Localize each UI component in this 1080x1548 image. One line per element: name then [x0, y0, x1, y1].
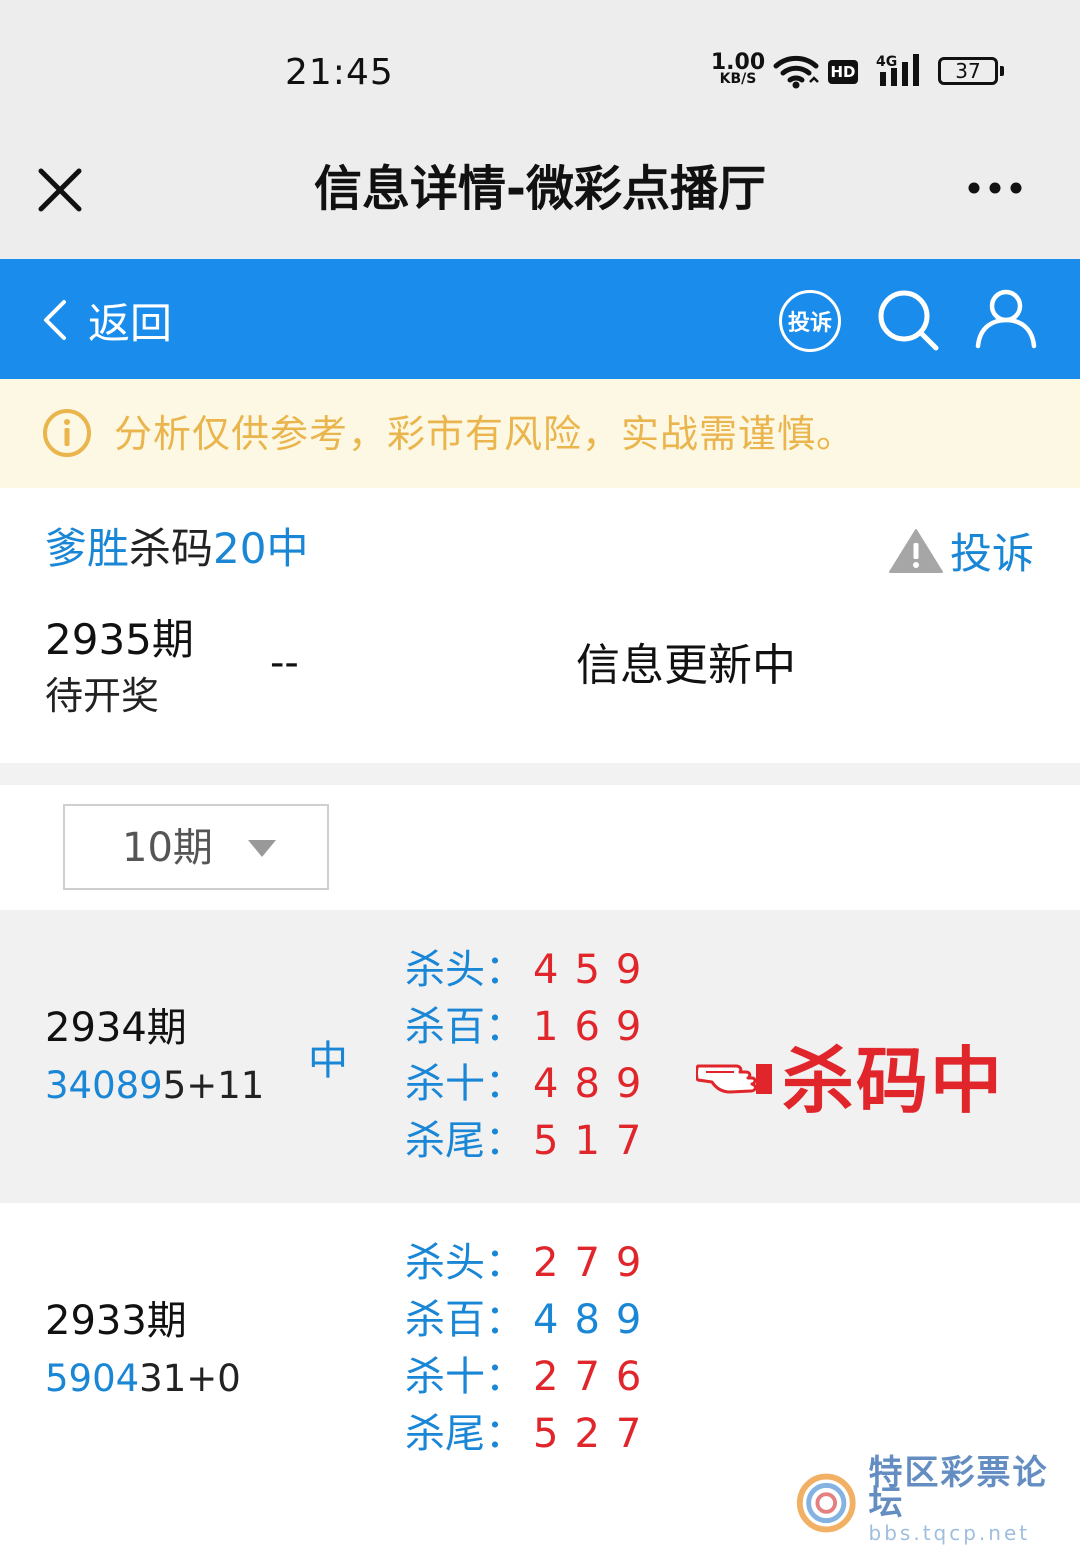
kill-label: 杀头：: [405, 947, 525, 993]
next-issue-number: 2935期: [45, 615, 194, 664]
row-draw-prefix: 34089: [45, 1064, 163, 1107]
kill-line: 杀十： 489: [405, 1058, 657, 1115]
next-issue-draw: --: [270, 640, 299, 686]
close-icon[interactable]: [30, 160, 90, 220]
kill-digits: 169: [533, 1004, 658, 1050]
kill-line: 杀尾： 517: [405, 1115, 657, 1172]
kill-digits: 459: [533, 947, 658, 993]
expert-title[interactable]: 爹胜杀码20中: [45, 522, 308, 576]
hit-stamp: 杀码中: [696, 1022, 1004, 1127]
notice-text: 分析仅供参考，彩市有风险，实战需谨慎。: [114, 412, 856, 456]
row-draw-numbers: 590431+0: [45, 1353, 241, 1405]
back-button[interactable]: 返回: [40, 288, 172, 352]
battery-icon: 37: [938, 57, 998, 85]
row-hit-mark: 中: [308, 1038, 348, 1084]
wifi-icon: [773, 55, 819, 89]
row-draw-suffix: 5+11: [162, 1064, 265, 1107]
hit-stamp-text: 杀码中: [782, 1039, 1005, 1123]
kill-line: 杀头： 459: [405, 944, 657, 1001]
section-divider: [0, 763, 1080, 785]
kill-label: 杀百：: [405, 1004, 525, 1050]
kill-line: 杀百： 489: [405, 1294, 657, 1351]
watermark-url: bbs.tqcp.net: [868, 1521, 1031, 1545]
kill-label: 杀百：: [405, 1297, 525, 1343]
report-button[interactable]: 投诉: [888, 520, 1034, 581]
period-select-value: 10期: [122, 825, 213, 871]
battery-cap: [1000, 66, 1004, 76]
caret-down-icon: [248, 840, 276, 857]
back-label: 返回: [88, 298, 173, 348]
kill-label: 杀头：: [405, 1240, 525, 1286]
network-speed-value: 1.00: [710, 50, 766, 75]
next-issue-status: 待开奖: [45, 674, 160, 718]
row-draw-prefix: 5904: [45, 1357, 140, 1400]
kill-digits: 276: [533, 1354, 658, 1400]
more-icon[interactable]: [960, 168, 1030, 208]
status-time: 21:45: [285, 52, 394, 93]
battery-level: 37: [955, 59, 981, 83]
report-label: 投诉: [950, 529, 1035, 578]
user-icon[interactable]: [974, 286, 1038, 350]
expert-record: 20中: [213, 524, 309, 573]
network-speed: 1.00 KB/S: [710, 50, 766, 88]
row-issue-number: 2933期: [45, 1298, 187, 1344]
kill-digits: 527: [533, 1411, 658, 1457]
kill-line: 杀尾： 527: [405, 1408, 657, 1465]
kill-digits: 489: [533, 1061, 658, 1107]
signal-icon: 4G: [876, 54, 919, 86]
forum-watermark: 特区彩票论坛 bbs.tqcp.net: [792, 1453, 1080, 1548]
kill-line: 杀头： 279: [405, 1237, 657, 1294]
warning-icon: [889, 528, 943, 573]
hd-icon: HD: [828, 60, 858, 84]
network-type-label: 4G: [876, 54, 897, 70]
complain-button[interactable]: 投诉: [779, 290, 841, 352]
search-icon[interactable]: [876, 288, 940, 352]
kill-digits: 489: [533, 1297, 658, 1343]
expert-name[interactable]: 爹胜: [45, 524, 129, 573]
page-title: 信息详情-微彩点播厅: [314, 161, 766, 217]
kill-label: 杀十：: [405, 1061, 525, 1107]
row-draw-suffix: 31+0: [139, 1357, 241, 1400]
info-icon: [43, 409, 91, 457]
next-issue-info: 信息更新中: [576, 640, 796, 691]
kill-line: 杀十： 276: [405, 1351, 657, 1408]
kill-digits: 279: [533, 1240, 658, 1286]
watermark-name: 特区彩票论坛: [868, 1453, 1049, 1523]
chevron-left-icon: [44, 300, 66, 340]
kill-label: 杀尾：: [405, 1118, 525, 1164]
expert-category: 杀码: [129, 524, 214, 573]
kill-line: 杀百： 169: [405, 1001, 657, 1058]
row-issue-number: 2934期: [45, 1005, 187, 1051]
row-draw-numbers: 340895+11: [45, 1060, 264, 1112]
pointing-hand-icon: [696, 1063, 772, 1094]
forum-logo-icon: [796, 1473, 856, 1533]
kill-digits: 517: [533, 1118, 658, 1164]
kill-label: 杀尾：: [405, 1411, 525, 1457]
kill-label: 杀十：: [405, 1354, 525, 1400]
